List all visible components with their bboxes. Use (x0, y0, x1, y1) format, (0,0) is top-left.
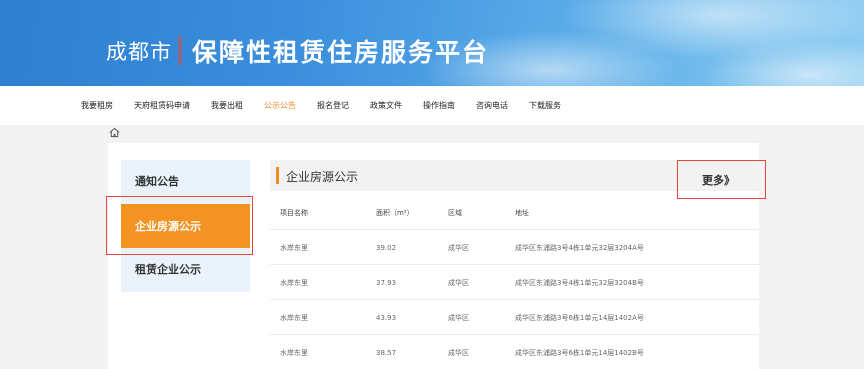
section-accent-bar (276, 167, 279, 184)
area-cell: 39.02 (376, 243, 397, 252)
more-button[interactable]: 更多》 (677, 160, 766, 199)
project-name-cell: 水岸东里 (280, 243, 308, 252)
city-name: 成都市 (106, 40, 172, 64)
project-name-cell: 水岸东里 (280, 278, 308, 287)
table-row[interactable]: 水岸东里 43.93 成华区 成华区东浦路3号6栋1单元14层1402A号 (270, 300, 759, 335)
project-name-cell: 水岸东里 (280, 348, 308, 357)
column-header: 面积（m²） (376, 208, 414, 217)
nav-item-lease-out[interactable]: 我要出租 (211, 100, 243, 111)
project-name-cell: 水岸东里 (280, 313, 308, 322)
table-row[interactable]: 水岸东里 37.93 成华区 成华区东浦路3号4栋1单元32层3204B号 (270, 265, 759, 300)
address-cell: 成华区东浦路3号4栋1单元32层3204A号 (515, 243, 644, 252)
area-cell: 37.93 (376, 278, 397, 287)
sidebar-highlight-box (106, 196, 253, 255)
housing-table: 项目名称 面积（m²） 区域 地址 水岸东里 39.02 成华区 成华区东浦路3… (270, 195, 759, 369)
address-cell: 成华区东浦路3号6栋1单元14层1402B号 (515, 348, 644, 357)
address-cell: 成华区东浦路3号6栋1单元14层1402A号 (515, 313, 644, 322)
nav-item-guide[interactable]: 操作指南 (423, 100, 455, 111)
column-header: 项目名称 (280, 208, 308, 217)
section-title: 企业房源公示 (286, 170, 359, 184)
nav-item-downloads[interactable]: 下载服务 (529, 100, 561, 111)
district-cell: 成华区 (448, 348, 469, 357)
district-cell: 成华区 (448, 313, 469, 322)
home-icon[interactable] (109, 127, 120, 138)
nav-item-hotline[interactable]: 咨询电话 (476, 100, 508, 111)
district-cell: 成华区 (448, 278, 469, 287)
title-divider (179, 36, 181, 65)
table-row[interactable]: 水岸东里 39.02 成华区 成华区东浦路3号4栋1单元32层3204A号 (270, 230, 759, 265)
table-header-row: 项目名称 面积（m²） 区域 地址 (270, 195, 759, 230)
main-nav: 我要租房 天府租赁码申请 我要出租 公示公告 报名登记 政策文件 操作指南 咨询… (0, 86, 864, 125)
column-header: 区域 (448, 208, 462, 217)
area-cell: 43.93 (376, 313, 397, 322)
nav-item-registration[interactable]: 报名登记 (317, 100, 349, 111)
header-banner: 成都市 保障性租赁住房服务平台 (0, 0, 864, 86)
nav-item-rental-code[interactable]: 天府租赁码申请 (134, 100, 190, 111)
table-row[interactable]: 水岸东里 38.57 成华区 成华区东浦路3号6栋1单元14层1402B号 (270, 335, 759, 369)
nav-item-policies[interactable]: 政策文件 (370, 100, 402, 111)
column-header: 地址 (515, 208, 529, 217)
nav-item-announcements[interactable]: 公示公告 (264, 100, 296, 111)
address-cell: 成华区东浦路3号4栋1单元32层3204B号 (515, 278, 644, 287)
nav-item-rent[interactable]: 我要租房 (81, 100, 113, 111)
district-cell: 成华区 (448, 243, 469, 252)
area-cell: 38.57 (376, 348, 397, 357)
platform-title: 保障性租赁住房服务平台 (192, 38, 490, 67)
